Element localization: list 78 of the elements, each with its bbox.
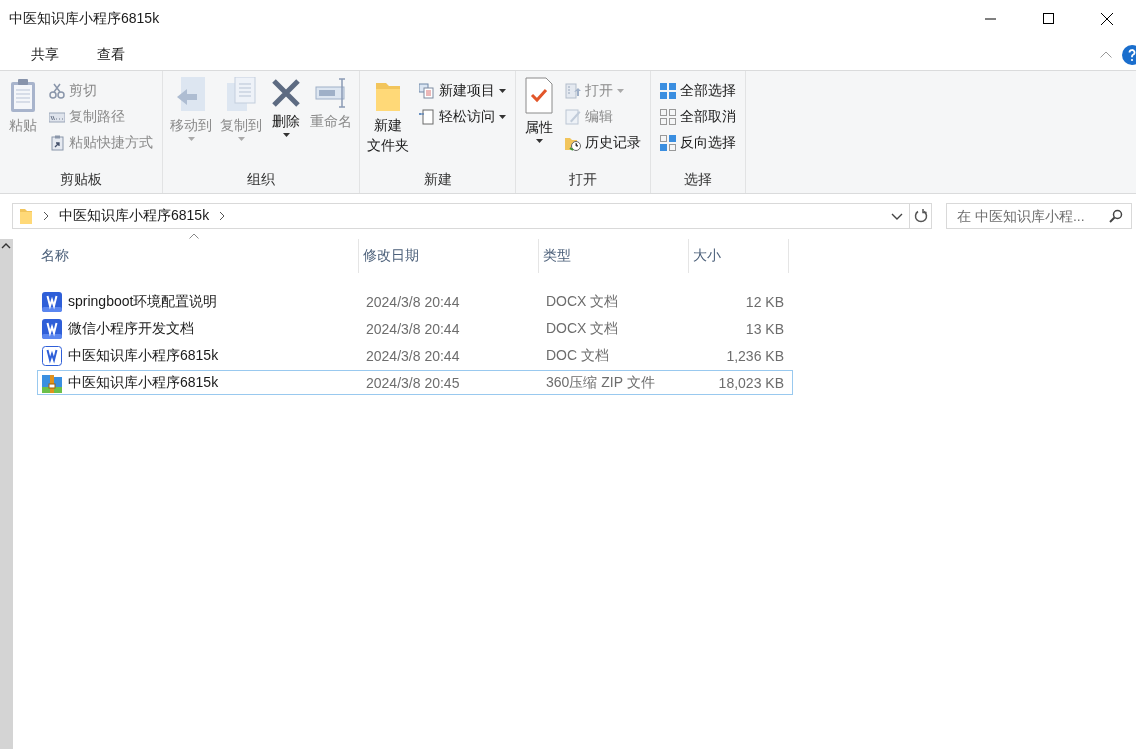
column-header[interactable]: 修改日期 xyxy=(359,239,539,273)
address-bar[interactable]: 中医知识库小程序6815k xyxy=(12,203,910,229)
ribbon-button[interactable]: 新建项目 xyxy=(416,79,509,103)
path-icon xyxy=(49,109,65,125)
open-icon xyxy=(565,83,581,99)
ribbon-tab[interactable]: 共享 xyxy=(12,39,78,70)
page-icon xyxy=(419,109,435,125)
ribbon-button[interactable]: 反向选择 xyxy=(657,131,739,155)
ribbon-button[interactable]: 删除 xyxy=(267,77,305,171)
word-document-icon xyxy=(42,291,62,312)
sort-caret-icon xyxy=(189,233,199,239)
ribbon-button[interactable]: 新建 文件夹 xyxy=(364,77,412,171)
history-icon xyxy=(565,135,581,151)
word-document-icon xyxy=(42,318,62,339)
checkmark-document-icon xyxy=(523,77,555,115)
folder-icon xyxy=(19,208,33,224)
modified-date: 2024/3/8 20:44 xyxy=(365,320,461,337)
search-icon xyxy=(1109,209,1123,223)
group-label: 打开 xyxy=(568,171,598,189)
invert-selection-icon xyxy=(660,135,676,151)
ribbon-button[interactable]: 全部选择 xyxy=(657,79,739,103)
file-type: DOCX 文档 xyxy=(545,319,620,338)
edit-icon xyxy=(565,109,581,125)
group-label: 剪贴板 xyxy=(59,171,103,189)
help-icon[interactable] xyxy=(1122,44,1136,65)
refresh-icon xyxy=(913,209,928,223)
delete-icon xyxy=(270,77,302,109)
word-document-icon xyxy=(42,345,62,366)
breadcrumb[interactable]: 中医知识库小程序6815k xyxy=(59,207,210,225)
rename-icon xyxy=(315,77,347,109)
chevron-icon xyxy=(43,211,49,221)
file-type: 360压缩 ZIP 文件 xyxy=(545,373,656,392)
column-header[interactable]: 大小 xyxy=(689,239,789,273)
group-label: 组织 xyxy=(246,171,276,189)
chevron-icon xyxy=(219,211,226,221)
ribbon-button[interactable]: 历史记录 xyxy=(562,131,644,155)
column-header[interactable]: 名称 xyxy=(37,239,359,273)
close-icon[interactable] xyxy=(1101,13,1113,25)
file-row[interactable]: 微信小程序开发文档 2024/3/8 20:44 DOCX 文档 13 KB xyxy=(37,316,793,341)
window-title: 中医知识库小程序6815k xyxy=(8,10,161,28)
file-row[interactable]: springboot环境配置说明 2024/3/8 20:44 DOCX 文档 12 KB xyxy=(37,289,793,314)
collapse-ribbon-icon[interactable] xyxy=(1100,51,1112,58)
column-header[interactable]: 类型 xyxy=(539,239,689,273)
ribbon-button[interactable]: 属性 xyxy=(520,77,558,171)
dropdown-chevron-icon[interactable] xyxy=(891,212,903,220)
archive-icon xyxy=(42,372,62,393)
file-size: 13 KB xyxy=(744,320,785,337)
copy-icon xyxy=(225,77,257,113)
modified-date: 2024/3/8 20:44 xyxy=(365,293,461,310)
select-all-icon xyxy=(660,83,676,99)
scissors-icon xyxy=(49,83,65,99)
maximize-icon[interactable] xyxy=(1043,13,1055,25)
ribbon-button[interactable]: 全部取消 xyxy=(657,105,739,129)
group-label: 新建 xyxy=(422,171,453,189)
file-size: 18,023 KB xyxy=(717,374,785,391)
file-name: springboot环境配置说明 xyxy=(68,292,218,311)
scroll-up-icon[interactable] xyxy=(1,243,11,249)
select-none-icon xyxy=(660,109,676,125)
ribbon-tab[interactable]: 查看 xyxy=(78,39,144,70)
move-icon xyxy=(175,77,207,113)
file-row[interactable]: 中医知识库小程序6815k 2024/3/8 20:45 360压缩 ZIP 文件 18,023 KB xyxy=(37,370,793,395)
new-item-icon xyxy=(419,83,435,99)
ribbon-button[interactable]: 轻松访问 xyxy=(416,105,509,129)
file-size: 1,236 KB xyxy=(725,347,785,364)
file-size: 12 KB xyxy=(744,293,785,310)
modified-date: 2024/3/8 20:44 xyxy=(365,347,461,364)
file-type: DOCX 文档 xyxy=(545,292,620,311)
shortcut-icon xyxy=(49,135,65,151)
refresh-button[interactable] xyxy=(910,203,932,229)
modified-date: 2024/3/8 20:45 xyxy=(365,374,461,391)
scrollbar[interactable] xyxy=(0,239,13,749)
search-field[interactable]: 在 中医知识库小程... xyxy=(946,203,1132,229)
file-type: DOC 文档 xyxy=(545,346,610,365)
file-row[interactable]: 中医知识库小程序6815k 2024/3/8 20:44 DOC 文档 1,236 KB xyxy=(37,343,793,368)
file-name: 中医知识库小程序6815k xyxy=(68,346,219,365)
file-name: 微信小程序开发文档 xyxy=(68,319,194,338)
group-label: 选择 xyxy=(683,171,713,189)
file-name: 中医知识库小程序6815k xyxy=(68,373,219,392)
